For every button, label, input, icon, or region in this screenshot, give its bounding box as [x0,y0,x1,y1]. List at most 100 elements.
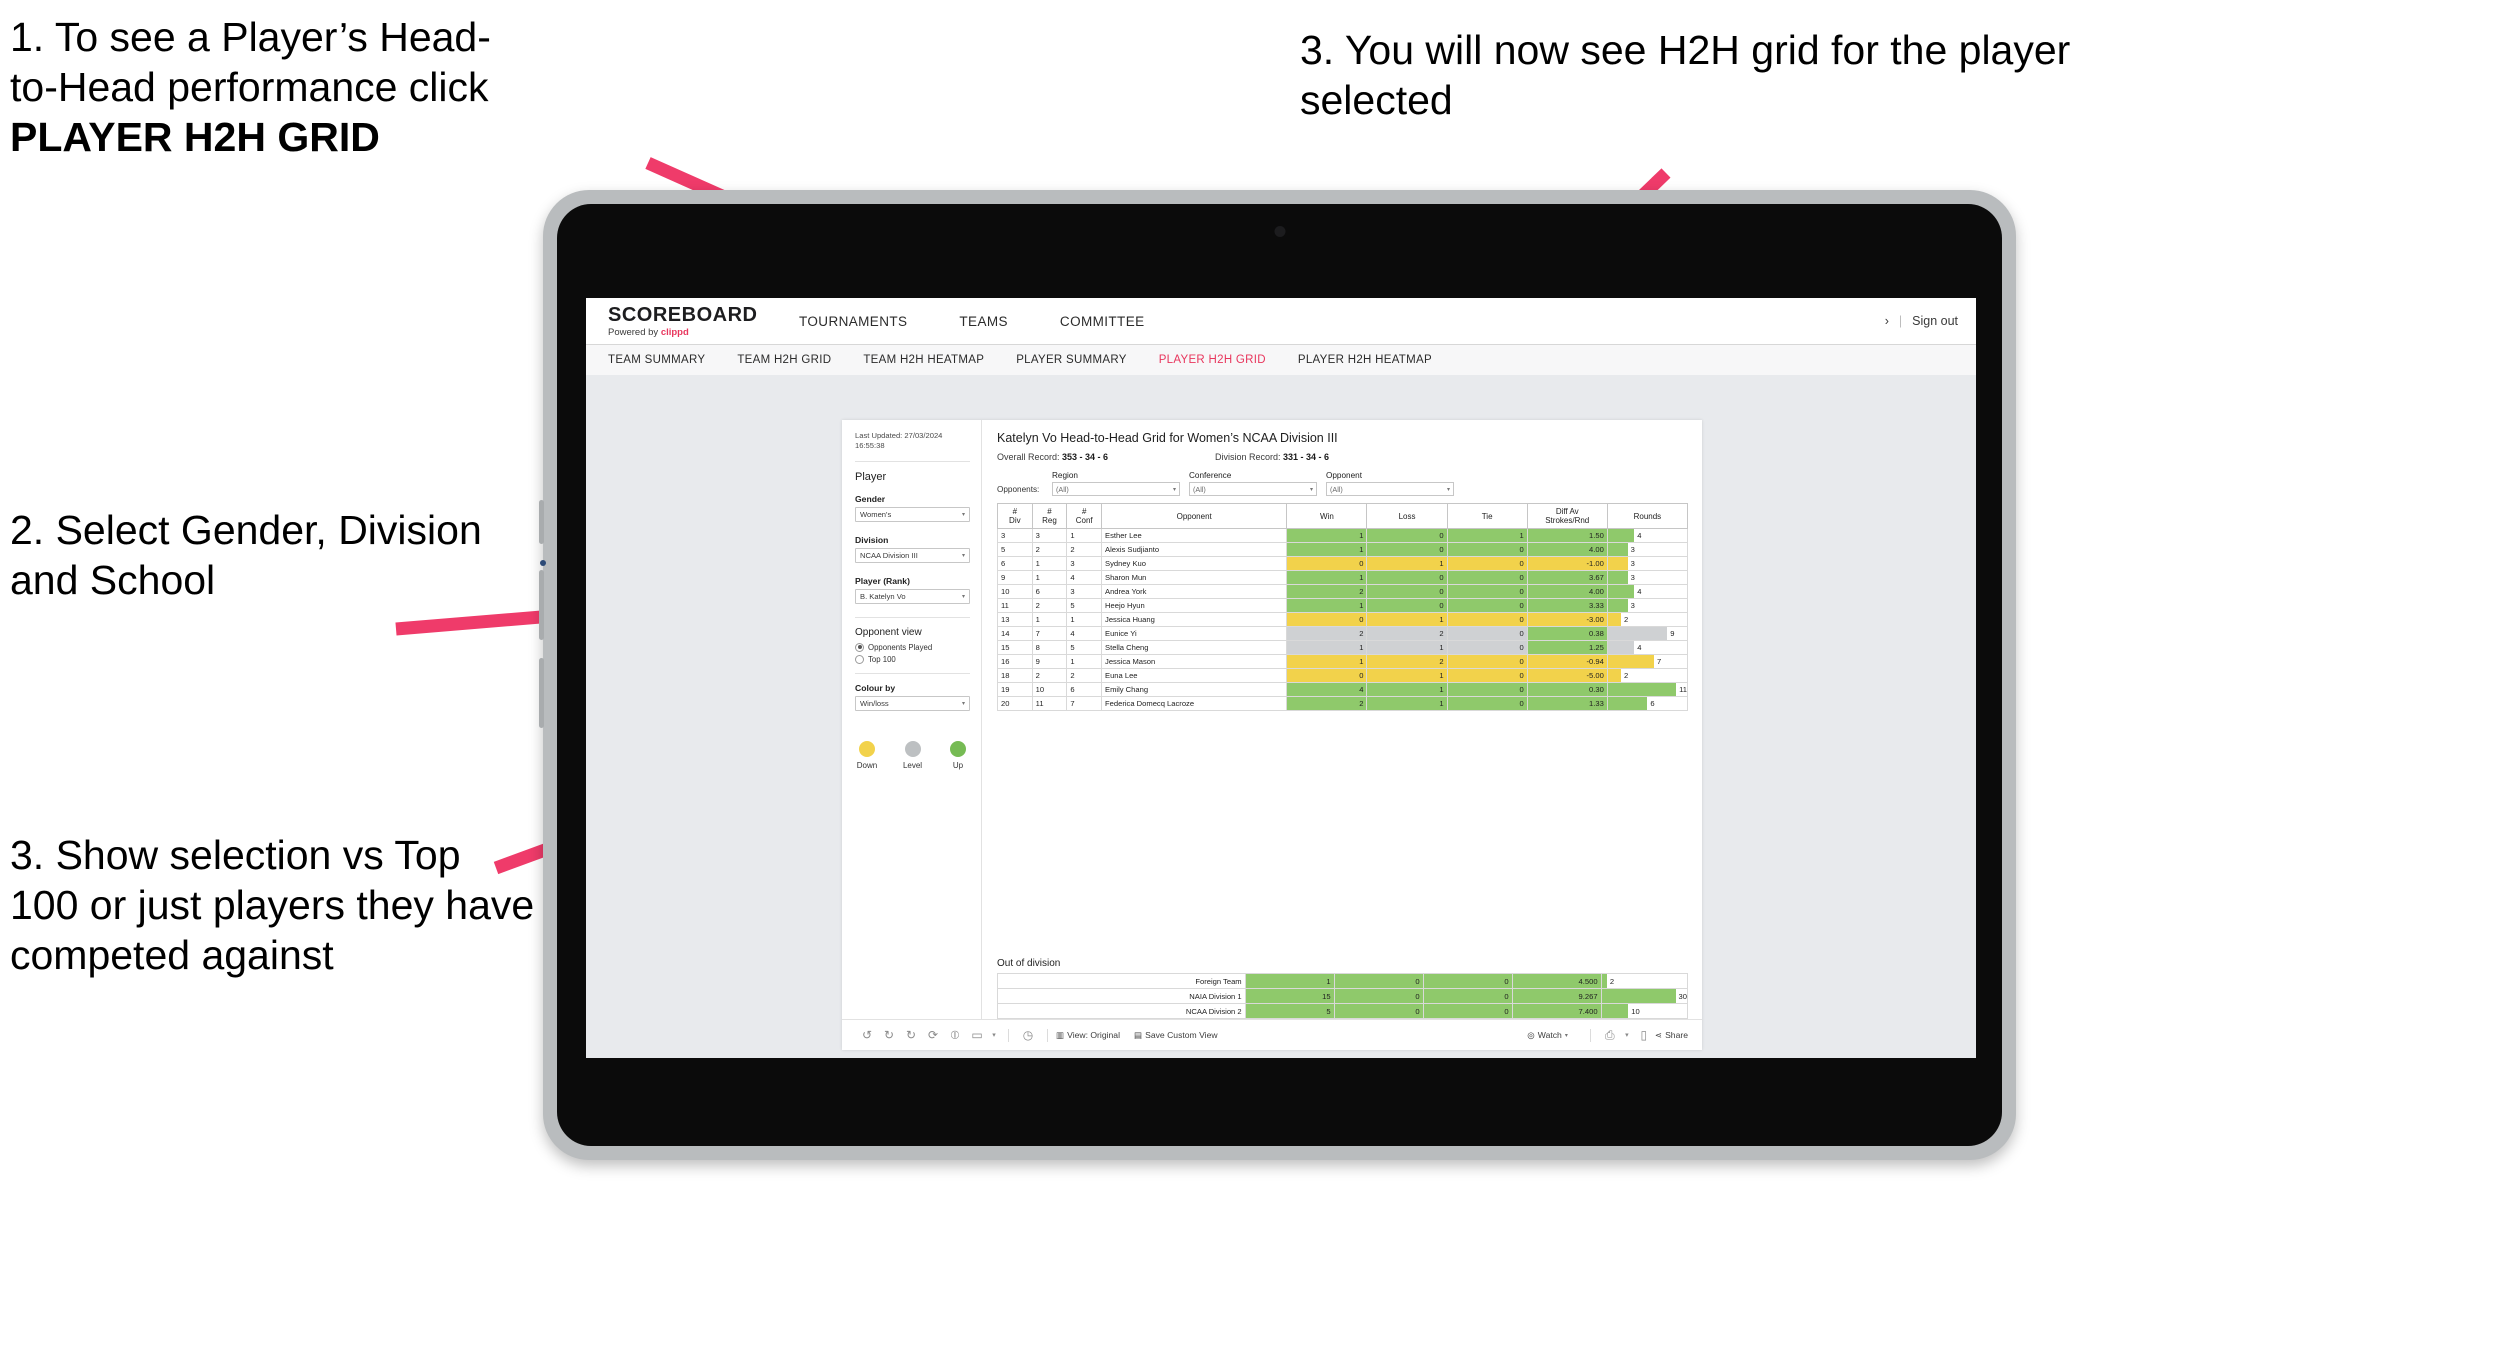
cell-conf: 4 [1066,570,1103,586]
cell-conf: 5 [1066,640,1103,656]
division-select[interactable]: NCAA Division III ▾ [855,547,970,563]
colour-by-label: Colour by [855,682,896,693]
table-row[interactable]: 16 9 1 Jessica Mason 1 2 0 -0.94 7 [997,654,1688,670]
colour-by-select[interactable]: Win/loss ▾ [855,695,970,711]
tab-player-h2h-grid[interactable]: PLAYER H2H GRID [1159,354,1266,366]
cell-ood-win: 5 [1244,1003,1335,1019]
table-row[interactable]: 15 8 5 Stella Cheng 1 1 0 1.25 4 [997,640,1688,656]
legend-label-up: Up [952,760,964,770]
tab-team-h2h-heatmap[interactable]: TEAM H2H HEATMAP [863,354,984,366]
radio-opponents-played[interactable]: Opponents Played [855,642,970,652]
view-original-button[interactable]: ▥ View: Original [1056,1030,1120,1041]
table-row[interactable]: 13 1 1 Jessica Huang 0 1 0 -3.00 2 [997,612,1688,628]
cell-conf: 6 [1066,682,1103,698]
h2h-header-row: # Div # Reg # Conf Opponent Win Loss Tie Di… [997,503,1688,530]
tab-player-summary[interactable]: PLAYER SUMMARY [1016,354,1127,366]
cell-win: 1 [1286,640,1368,656]
chevron-down-icon: ▾ [1446,486,1450,493]
visualization-container: Last Updated: 27/03/2024 16:55:38 Player… [842,420,1702,1050]
chevron-right-icon[interactable]: › [1885,314,1889,328]
chevron-down-icon[interactable]: ▾ [1621,1031,1633,1039]
reset-icon[interactable]: ◷ [1017,1028,1039,1042]
conference-filter-select[interactable]: (All) ▾ [1189,482,1317,496]
h2h-table-body: 3 3 1 Esther Lee 1 0 1 1.50 4 5 2 2 Alexis Sudjianto… [997,528,1688,712]
cell-conf: 3 [1066,584,1103,600]
tab-team-summary[interactable]: TEAM SUMMARY [608,354,705,366]
annotation-step-1-bold: PLAYER H2H GRID [10,114,380,161]
device-icon[interactable]: ▯ [1633,1028,1655,1042]
col-diff-l1: Diff Av [1555,507,1579,516]
region-filter-select[interactable]: (All) ▾ [1052,482,1180,496]
radio-top-100[interactable]: Top 100 [855,654,970,664]
col-win: Win [1286,503,1368,530]
gender-select[interactable]: Women's ▾ [855,506,970,522]
table-row[interactable]: 11 2 5 Heejo Hyun 1 0 0 3.33 3 [997,598,1688,614]
divider [855,672,970,674]
undo-icon[interactable]: ↺ [856,1028,878,1042]
cell-loss: 0 [1366,528,1448,544]
revert-icon[interactable]: ↻ [900,1028,922,1042]
radio-icon-selected [855,642,864,652]
table-row[interactable]: 10 6 3 Andrea York 2 0 0 4.00 4 [997,584,1688,600]
download-icon[interactable]: ⎙ [1599,1028,1621,1043]
cell-div: 5 [997,542,1033,558]
cell-win: 1 [1286,654,1368,670]
cell-diff: 0.30 [1526,682,1608,698]
table-row[interactable]: 18 2 2 Euna Lee 0 1 0 -5.00 2 [997,668,1688,684]
col-div: # Div [997,503,1033,530]
tab-player-h2h-heatmap[interactable]: PLAYER H2H HEATMAP [1298,354,1432,366]
cell-ood-label: Foreign Team [997,973,1246,989]
redo-icon[interactable]: ↻ [878,1028,900,1042]
app-header: SCOREBOARD Powered by clippd TOURNAMENTS… [586,298,1976,345]
save-custom-view-button[interactable]: ▤ Save Custom View [1134,1030,1218,1041]
divider [855,616,970,618]
visualization-content: Katelyn Vo Head-to-Head Grid for Women’s… [982,420,1702,1019]
refresh-icon[interactable]: ⟳ [922,1028,944,1042]
tab-team-h2h-grid[interactable]: TEAM H2H GRID [737,354,831,366]
header-item-committee[interactable]: COMMITTEE [1034,298,1171,344]
table-row[interactable]: 9 1 4 Sharon Mun 1 0 0 3.67 3 [997,570,1688,586]
table-row[interactable]: 3 3 1 Esther Lee 1 0 1 1.50 4 [997,528,1688,544]
chevron-down-icon[interactable]: ▾ [988,1031,1000,1039]
cell-loss: 2 [1366,654,1448,670]
header-item-tournaments[interactable]: TOURNAMENTS [773,298,933,344]
header-item-teams[interactable]: TEAMS [933,298,1034,344]
filter-icon[interactable]: ▭ [966,1028,988,1042]
h2h-grid-wrapper: # Div # Reg # Conf Opponent Win Loss Tie Di… [997,503,1688,950]
table-row[interactable]: 6 1 3 Sydney Kuo 0 1 0 -1.00 3 [997,556,1688,572]
annotation-step-3-left: 3. Show selection vs Top 100 or just pla… [10,832,535,979]
table-row[interactable]: 19 10 6 Emily Chang 4 1 0 0.30 11 [997,682,1688,698]
cell-reg: 2 [1031,542,1068,558]
share-button[interactable]: ⋖ Share [1655,1030,1688,1041]
chevron-down-icon: ▾ [961,700,965,707]
opponent-filter-select[interactable]: (All) ▾ [1326,482,1454,496]
player-rank-select[interactable]: B. Katelyn Vo ▾ [855,588,970,604]
scoreboard-logo[interactable]: SCOREBOARD Powered by clippd [586,305,773,338]
cell-diff: 4.00 [1526,542,1608,558]
col-opponent: Opponent [1101,503,1288,530]
pause-icon[interactable]: ⦶ [944,1028,966,1043]
cell-tie: 0 [1446,584,1528,600]
col-conf: # Conf [1066,503,1103,530]
watch-button[interactable]: ◎ Watch ▾ [1527,1030,1568,1041]
player-rank-value: B. Katelyn Vo [860,591,906,601]
cell-ood-diff: 9.267 [1511,988,1602,1004]
table-row[interactable]: NCAA Division 2 5 0 0 7.400 10 [997,1003,1689,1019]
table-row[interactable]: NAIA Division 1 15 0 0 9.267 30 [997,988,1689,1004]
table-row[interactable]: Foreign Team 1 0 0 4.500 2 [997,973,1689,989]
cell-tie: 0 [1446,556,1528,572]
sign-out-button[interactable]: Sign out [1912,314,1958,328]
table-row[interactable]: 5 2 2 Alexis Sudjianto 1 0 0 4.00 3 [997,542,1688,558]
table-row[interactable]: 14 7 4 Eunice Yi 2 2 0 0.38 9 [997,626,1688,642]
watch-label: Watch [1537,1030,1562,1040]
table-row[interactable]: 20 11 7 Federica Domecq Lacroze 2 1 0 1.33 6 [997,696,1688,712]
cell-div: 3 [997,528,1033,544]
divider [855,460,970,462]
legend-dot-up [950,740,966,757]
divider [1008,1028,1009,1042]
sub-navigation: TEAM SUMMARY TEAM H2H GRID TEAM H2H HEAT… [586,345,1976,376]
division-record-label: Division Record: [1215,452,1284,462]
conference-filter-value: (All) [1193,484,1206,494]
overall-record-value: 353 - 34 - 6 [1062,452,1109,462]
player-section-title: Player [855,470,887,483]
